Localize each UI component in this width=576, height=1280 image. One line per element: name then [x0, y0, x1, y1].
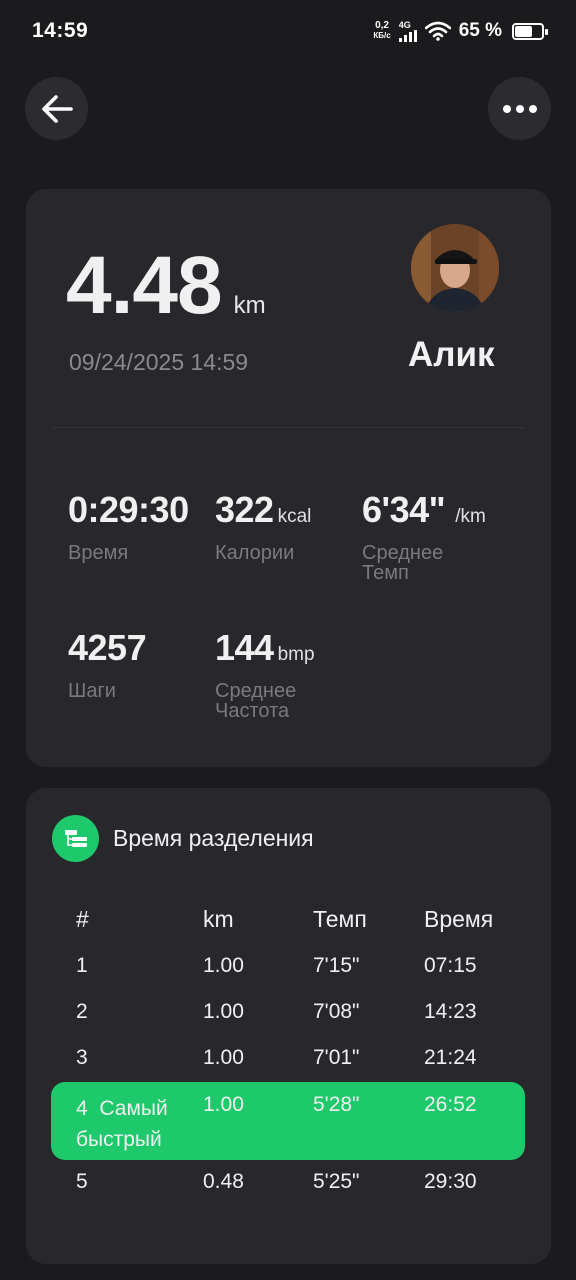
splits-table: # km Темп Время 1 1.00 7'15" 07:15 2 1.0… — [51, 898, 525, 1206]
split-time: 21:24 — [424, 1046, 477, 1069]
split-pace: 7'15" — [313, 954, 360, 977]
more-horizontal-icon — [502, 104, 537, 113]
stat-label: Шаги — [68, 680, 116, 702]
battery-percent: 65 % — [458, 20, 502, 41]
split-num: 5 — [76, 1170, 88, 1193]
table-row: 1 1.00 7'15" 07:15 — [51, 944, 525, 990]
stat-label: Время — [68, 542, 129, 564]
table-header: # km Темп Время — [51, 898, 525, 944]
status-icons: 0,2 КБ/с 4G 65 % — [373, 19, 548, 42]
stat-value: 0:29:30 — [68, 489, 189, 530]
split-time: 14:23 — [424, 1000, 477, 1023]
stat-steps: 4257 Шаги — [68, 627, 147, 702]
cell-signal-icon: 4G — [398, 19, 417, 42]
table-row-fastest: 4 Самый быстрый 1.00 5'28" 26:52 — [51, 1082, 525, 1160]
stat-avg-heart-rate: 144 bmp Среднее Частота — [215, 627, 325, 721]
battery-icon — [512, 22, 548, 40]
more-button[interactable] — [488, 77, 551, 140]
split-num: 4 — [76, 1097, 88, 1120]
split-pace: 7'08" — [313, 1000, 360, 1023]
stat-value: 6'34" — [362, 489, 446, 530]
table-row: 2 1.00 7'08" 14:23 — [51, 990, 525, 1036]
distance-value: 4.48 — [66, 240, 223, 331]
split-km: 1.00 — [203, 1046, 244, 1069]
split-time: 29:30 — [424, 1170, 477, 1193]
table-row: 3 1.00 7'01" 21:24 — [51, 1036, 525, 1082]
network-type: 4G — [398, 19, 411, 30]
split-num: 1 — [76, 954, 88, 977]
splits-card: Время разделения # km Темп Время 1 1.00 … — [26, 788, 551, 1264]
split-pace: 5'25" — [313, 1170, 360, 1193]
split-pace: 7'01" — [313, 1046, 360, 1069]
status-bar: 14:59 0,2 КБ/с 4G 65 % — [0, 0, 576, 62]
distance: 4.48 km — [66, 239, 266, 333]
column-header: Время — [424, 906, 494, 932]
splits-list-icon — [52, 815, 99, 862]
status-time: 14:59 — [32, 19, 89, 42]
stat-unit: /km — [455, 506, 486, 527]
summary-card: 4.48 km 09/24/2025 14:59 Алик 0:29:30 Вр… — [26, 189, 551, 767]
fastest-label: Самый быстрый — [76, 1097, 168, 1151]
split-time: 07:15 — [424, 954, 477, 977]
distance-unit: km — [233, 292, 266, 319]
arrow-left-icon — [41, 94, 73, 123]
column-header: Темп — [313, 906, 367, 932]
split-km: 1.00 — [203, 1000, 244, 1023]
wifi-icon — [424, 21, 451, 41]
split-time: 26:52 — [424, 1093, 477, 1116]
stat-label: Калории — [215, 542, 295, 564]
net-speed-unit: КБ/с — [373, 31, 391, 40]
split-km: 1.00 — [203, 1093, 244, 1116]
splits-title: Время разделения — [113, 825, 314, 851]
workout-datetime: 09/24/2025 14:59 — [69, 349, 249, 375]
split-num: 3 — [76, 1046, 88, 1069]
net-speed: 0,2 КБ/с — [373, 21, 390, 41]
split-km: 0.48 — [203, 1170, 244, 1193]
divider — [52, 427, 525, 428]
split-pace: 5'28" — [313, 1093, 360, 1116]
back-button[interactable] — [25, 77, 88, 140]
stat-calories: 322 kcal Калории — [215, 489, 311, 563]
table-row: 5 0.48 5'25" 29:30 — [51, 1160, 525, 1206]
stat-value: 144 — [215, 627, 274, 668]
split-num-fastest: 4 Самый быстрый — [76, 1093, 186, 1155]
split-num: 2 — [76, 1000, 88, 1023]
avatar[interactable] — [411, 224, 499, 312]
stat-value: 4257 — [68, 627, 147, 668]
stat-label: Среднее Частота — [215, 680, 297, 722]
column-header: # — [76, 906, 89, 932]
stat-label: Среднее Темп — [362, 542, 444, 584]
stat-duration: 0:29:30 Время — [68, 489, 189, 563]
stat-unit: bmp — [277, 644, 315, 665]
net-speed-value: 0,2 — [375, 20, 389, 31]
stat-avg-pace: 6'34" /km Среднее Темп — [362, 489, 486, 583]
user-name: Алик — [408, 335, 495, 374]
column-header: km — [203, 906, 234, 932]
splits-header: Время разделения — [52, 815, 314, 862]
stat-value: 322 — [215, 489, 274, 530]
split-km: 1.00 — [203, 954, 244, 977]
stat-unit: kcal — [277, 506, 312, 527]
